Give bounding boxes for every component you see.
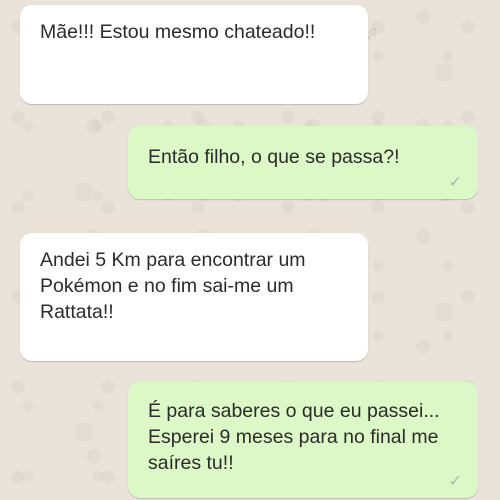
message-bubble-outgoing[interactable]: É para saberes o que eu passei... Espere… (128, 382, 478, 498)
single-check-icon: ✓ (448, 473, 462, 490)
message-bubble-incoming[interactable]: Mãe!!! Estou mesmo chateado!! (20, 5, 368, 104)
message-text: Mãe!!! Estou mesmo chateado!! (40, 21, 316, 43)
single-check-icon: ✓ (448, 174, 462, 191)
message-text: Andei 5 Km para encontrar um Pokémon e n… (40, 249, 306, 323)
message-bubble-incoming[interactable]: Andei 5 Km para encontrar um Pokémon e n… (20, 233, 368, 361)
message-bubble-outgoing[interactable]: Então filho, o que se passa?! ✓ (128, 126, 478, 199)
message-text: É para saberes o que eu passei... Espere… (148, 400, 440, 474)
message-text: Então filho, o que se passa?! (148, 146, 400, 168)
